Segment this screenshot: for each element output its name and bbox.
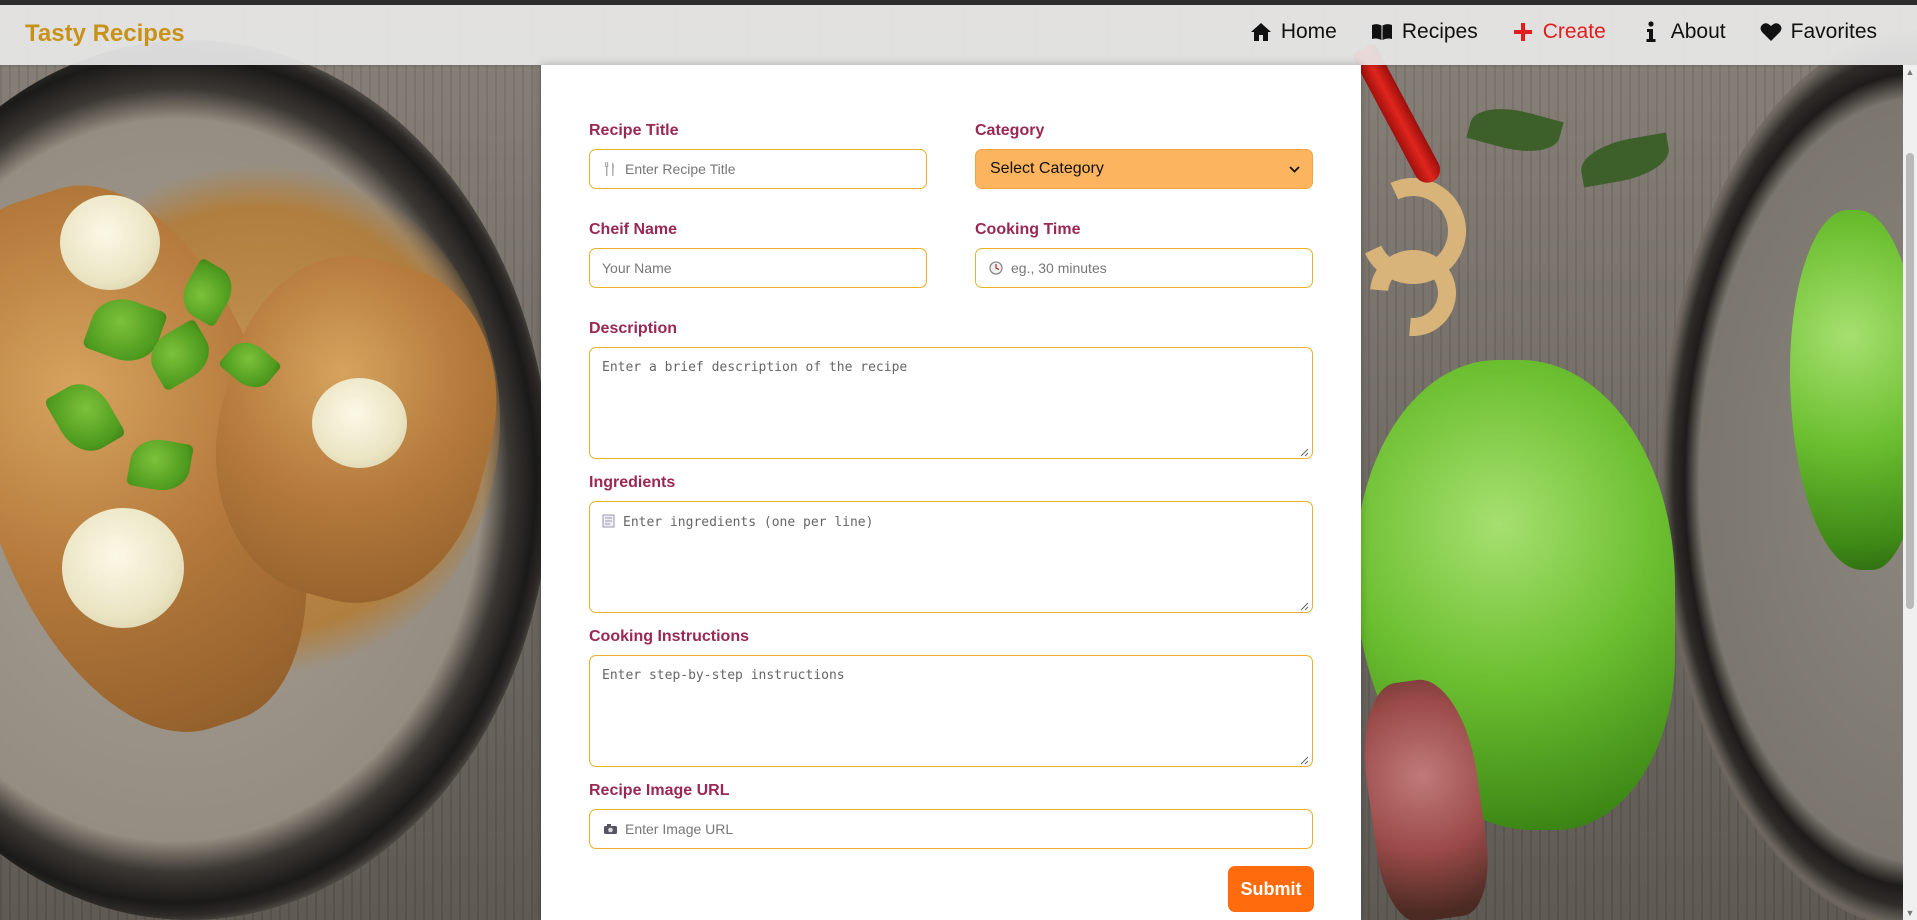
camera-icon bbox=[602, 821, 618, 837]
category-label: Category bbox=[975, 122, 1045, 139]
resize-handle-icon[interactable] bbox=[1300, 446, 1309, 457]
brand-logo[interactable]: Tasty Recipes bbox=[25, 20, 185, 48]
recipe-title-label: Recipe Title bbox=[589, 122, 679, 139]
nav-create-link[interactable]: Create bbox=[1512, 20, 1606, 44]
resize-handle-icon[interactable] bbox=[1300, 754, 1309, 765]
nav-links: Home Recipes Create About Favorites bbox=[1250, 20, 1877, 44]
recipe-title-input[interactable]: Enter Recipe Title bbox=[589, 149, 927, 189]
nav-about-label: About bbox=[1670, 20, 1726, 43]
instructions-placeholder: Enter step-by-step instructions bbox=[602, 668, 845, 683]
image-url-placeholder: Enter Image URL bbox=[625, 821, 734, 837]
chevron-down-icon bbox=[1289, 160, 1300, 178]
info-icon bbox=[1640, 21, 1662, 43]
clock-icon bbox=[988, 260, 1004, 276]
nav-home-label: Home bbox=[1280, 20, 1337, 43]
nav-recipes-label: Recipes bbox=[1401, 20, 1478, 43]
cooking-time-placeholder: eg., 30 minutes bbox=[1011, 260, 1107, 276]
scrollbar-thumb[interactable] bbox=[1906, 153, 1914, 609]
cooking-time-input[interactable]: eg., 30 minutes bbox=[975, 248, 1313, 288]
chef-name-input[interactable]: Your Name bbox=[589, 248, 927, 288]
image-url-input[interactable]: Enter Image URL bbox=[589, 809, 1313, 849]
image-url-label: Recipe Image URL bbox=[589, 782, 730, 799]
heart-icon bbox=[1760, 21, 1782, 43]
category-select[interactable]: Select Category bbox=[975, 149, 1313, 189]
nav-favorites-label: Favorites bbox=[1790, 20, 1877, 43]
nav-favorites-link[interactable]: Favorites bbox=[1760, 20, 1877, 44]
page-scrollbar[interactable]: ▲ ▼ bbox=[1903, 65, 1917, 920]
description-placeholder: Enter a brief description of the recipe bbox=[602, 360, 908, 375]
recipe-title-placeholder: Enter Recipe Title bbox=[625, 161, 736, 177]
nav-recipes-link[interactable]: Recipes bbox=[1371, 20, 1478, 44]
chef-name-label: Cheif Name bbox=[589, 221, 678, 238]
scroll-up-icon[interactable]: ▲ bbox=[1905, 67, 1915, 77]
category-selected-value: Select Category bbox=[990, 160, 1104, 177]
notepad-icon bbox=[602, 514, 615, 532]
home-icon bbox=[1250, 21, 1272, 43]
top-navbar: Tasty Recipes Home Recipes Create About bbox=[0, 0, 1917, 65]
ingredients-textarea[interactable]: Enter ingredients (one per line) bbox=[589, 501, 1313, 613]
nav-about-link[interactable]: About bbox=[1640, 20, 1726, 44]
resize-handle-icon[interactable] bbox=[1300, 600, 1309, 611]
nav-home-link[interactable]: Home bbox=[1250, 20, 1337, 44]
chef-name-placeholder: Your Name bbox=[602, 260, 672, 276]
instructions-textarea[interactable]: Enter step-by-step instructions bbox=[589, 655, 1313, 767]
utensils-icon bbox=[602, 161, 618, 177]
ingredients-label: Ingredients bbox=[589, 474, 676, 491]
scroll-down-icon[interactable]: ▼ bbox=[1905, 908, 1915, 918]
instructions-label: Cooking Instructions bbox=[589, 628, 749, 645]
cooking-time-label: Cooking Time bbox=[975, 221, 1081, 238]
submit-button[interactable]: Submit bbox=[1228, 866, 1314, 912]
description-textarea[interactable]: Enter a brief description of the recipe bbox=[589, 347, 1313, 459]
description-label: Description bbox=[589, 320, 678, 337]
plus-icon bbox=[1512, 21, 1534, 43]
book-icon bbox=[1371, 21, 1393, 43]
ingredients-placeholder: Enter ingredients (one per line) bbox=[623, 515, 874, 530]
nav-create-label: Create bbox=[1542, 20, 1606, 43]
